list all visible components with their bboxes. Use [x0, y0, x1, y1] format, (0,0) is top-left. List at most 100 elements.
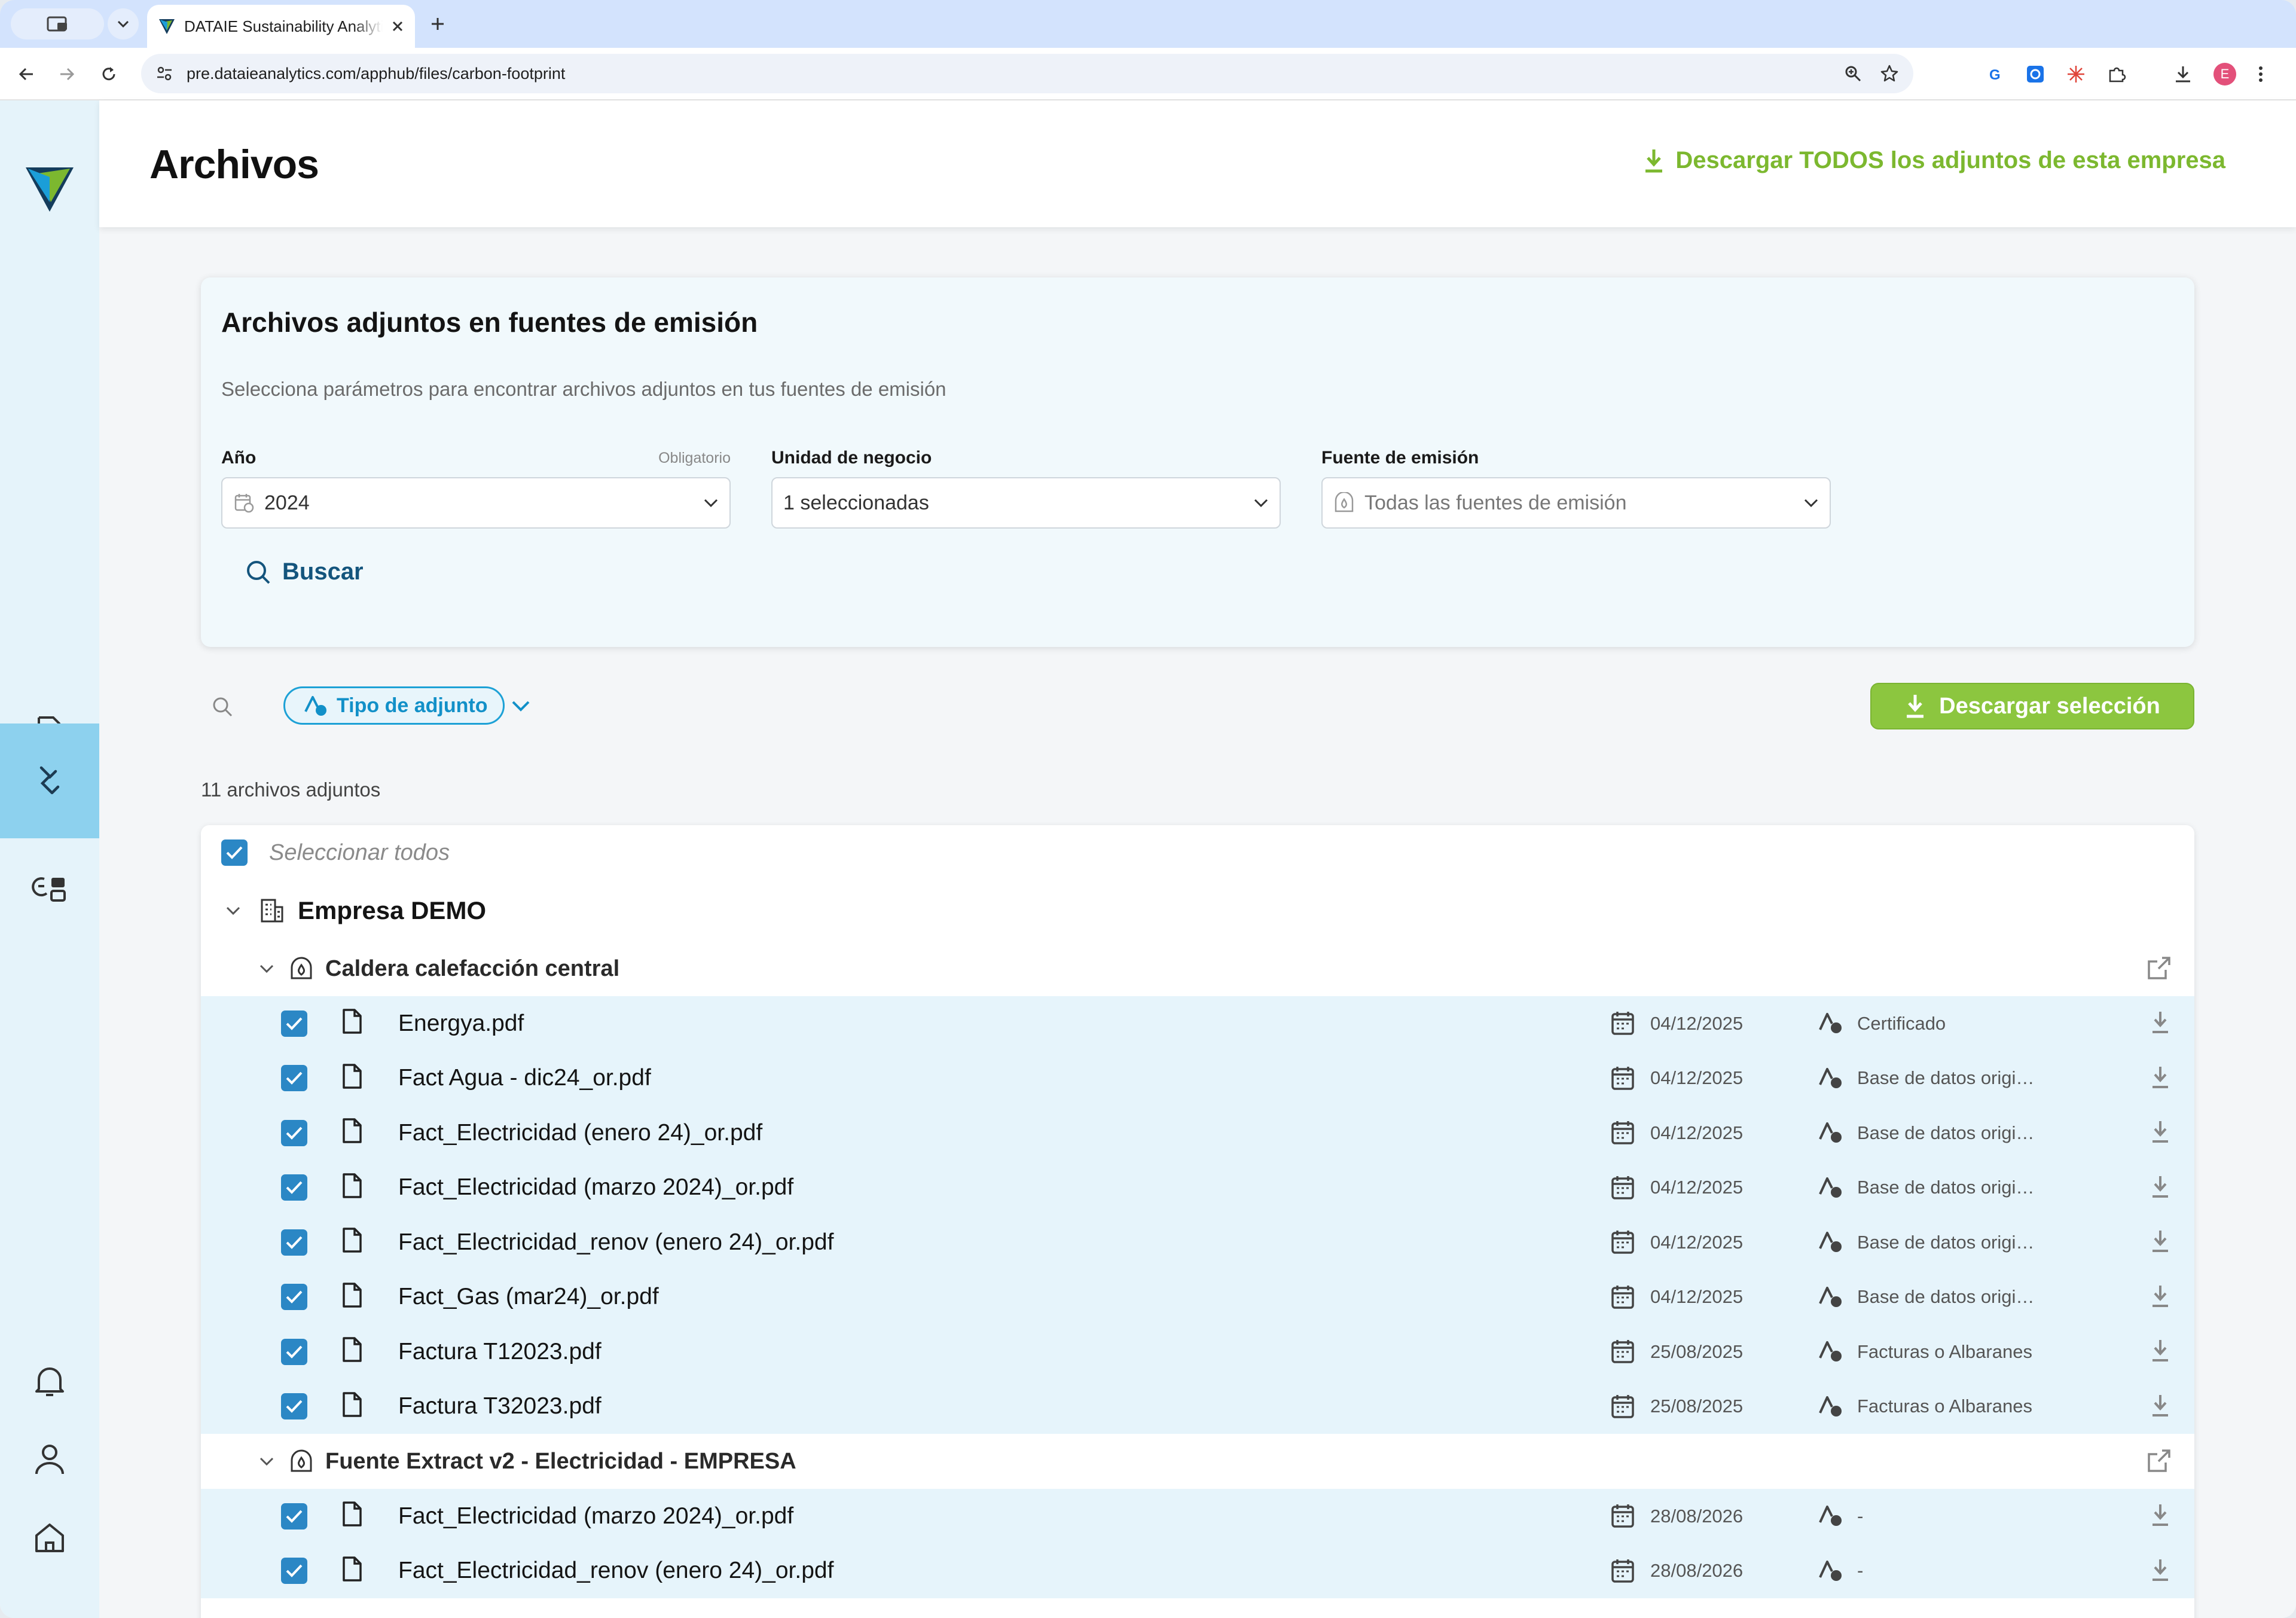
- sidebar-item-profile[interactable]: [0, 1430, 99, 1488]
- download-icon[interactable]: [2150, 1066, 2170, 1089]
- back-button[interactable]: [13, 61, 39, 87]
- business-unit-value: 1 seleccionadas: [783, 491, 929, 514]
- file-name[interactable]: Fact_Electricidad (marzo 2024)_or.pdf: [398, 1503, 793, 1530]
- site-settings-icon[interactable]: [155, 65, 173, 83]
- chevron-down-icon[interactable]: [511, 700, 531, 713]
- browser-tab-active[interactable]: DATAIE Sustainability Analytics: [147, 5, 415, 48]
- file-checkbox[interactable]: [281, 1229, 307, 1256]
- calendar-icon: [1611, 1066, 1635, 1091]
- file-date: 04/12/2025: [1650, 1067, 1744, 1089]
- arrow-right-icon: [60, 68, 75, 81]
- file-name[interactable]: Energya.pdf: [398, 1011, 524, 1037]
- file-row[interactable]: Fact_Electricidad_renov (enero 24)_or.pd…: [201, 1215, 2194, 1270]
- file-name[interactable]: Fact_Gas (mar24)_or.pdf: [398, 1284, 659, 1310]
- file-row[interactable]: Fact_Electricidad (marzo 2024)_or.pdf 04/…: [201, 1160, 2194, 1215]
- company-row[interactable]: Empresa DEMO: [201, 880, 2194, 941]
- tab-groups-button[interactable]: [11, 8, 104, 39]
- download-icon[interactable]: [2150, 1284, 2170, 1308]
- sidebar-logo[interactable]: [0, 147, 99, 231]
- file-icon: [342, 1063, 362, 1089]
- download-icon[interactable]: [2150, 1558, 2170, 1582]
- download-all-attachments-link[interactable]: Descargar TODOS los adjuntos de esta emp…: [1643, 147, 2225, 174]
- download-icon[interactable]: [2150, 1175, 2170, 1199]
- chevron-down-icon[interactable]: [255, 957, 279, 981]
- new-tab-button[interactable]: [426, 12, 450, 36]
- download-icon[interactable]: [2150, 1339, 2170, 1363]
- select-all-checkbox[interactable]: [221, 839, 248, 866]
- file-checkbox[interactable]: [281, 1503, 307, 1530]
- file-row[interactable]: Factura T12023.pdf 25/08/2025 Facturas o A…: [201, 1324, 2194, 1379]
- file-row[interactable]: Fact_Electricidad_renov (enero 24)_or.pd…: [201, 1543, 2194, 1598]
- file-checkbox[interactable]: [281, 1284, 307, 1311]
- grammar-extension-icon[interactable]: G: [1986, 65, 2004, 83]
- downloads-icon[interactable]: [2173, 64, 2193, 84]
- file-name[interactable]: Fact_Electricidad (marzo 2024)_or.pdf: [398, 1174, 793, 1201]
- emission-source-group-row[interactable]: Caldera calefacción central: [201, 941, 2194, 996]
- address-bar[interactable]: pre.dataieanalytics.com/apphub/files/car…: [141, 54, 1913, 93]
- attachment-type-icon: [304, 696, 326, 716]
- file-name[interactable]: Fact_Electricidad_renov (enero 24)_or.pd…: [398, 1229, 833, 1256]
- reload-button[interactable]: [96, 61, 122, 87]
- attachment-type-filter-chip[interactable]: Tipo de adjunto: [283, 686, 505, 725]
- puzzle-icon[interactable]: [2107, 65, 2126, 84]
- file-checkbox[interactable]: [281, 1174, 307, 1201]
- file-icon: [342, 1173, 362, 1199]
- emission-source-name: Caldera calefacción central: [325, 955, 620, 981]
- sparkle-extension-icon[interactable]: [2066, 65, 2086, 84]
- file-attachment-type: -: [1857, 1560, 1864, 1582]
- forward-button[interactable]: [54, 61, 80, 87]
- sidebar-item-notifications[interactable]: [0, 1353, 99, 1410]
- emission-source-select[interactable]: Todas las fuentes de emisión: [1321, 477, 1831, 529]
- file-checkbox[interactable]: [281, 1393, 307, 1420]
- file-row[interactable]: Fact_Gas (mar24)_or.pdf 04/12/2025 Base de…: [201, 1269, 2194, 1324]
- filter-card: Archivos adjuntos en fuentes de emisión …: [201, 277, 2194, 647]
- download-icon[interactable]: [2150, 1394, 2170, 1418]
- emission-source-placeholder: Todas las fuentes de emisión: [1364, 491, 1627, 514]
- bookmark-star-icon[interactable]: [1880, 64, 1899, 83]
- sidebar-item-dashboard[interactable]: [0, 861, 99, 918]
- company-collapse-toggle[interactable]: [221, 899, 245, 923]
- file-name[interactable]: Factura T12023.pdf: [398, 1339, 602, 1365]
- profile-avatar[interactable]: E: [2213, 63, 2236, 86]
- file-row[interactable]: Factura T32023.pdf 25/08/2025 Facturas o A…: [201, 1379, 2194, 1434]
- sidebar-item-home[interactable]: [0, 1509, 99, 1567]
- download-icon[interactable]: [2150, 1120, 2170, 1144]
- sidebar-item-carbon-footprint[interactable]: [0, 723, 99, 838]
- chevron-down-icon: [117, 20, 129, 28]
- search-icon[interactable]: [210, 695, 234, 719]
- file-name[interactable]: Fact_Electricidad (enero 24)_or.pdf: [398, 1120, 762, 1146]
- file-checkbox[interactable]: [281, 1558, 307, 1585]
- search-button[interactable]: Buscar: [245, 558, 364, 585]
- chevron-down-icon[interactable]: [255, 1449, 279, 1473]
- open-external-icon[interactable]: [2147, 955, 2172, 981]
- tab-search-button[interactable]: [108, 8, 139, 39]
- results-count: 11 archivos adjuntos: [201, 779, 381, 801]
- sidebar: [0, 100, 99, 1618]
- zoom-icon[interactable]: [1844, 65, 1862, 83]
- file-checkbox[interactable]: [281, 1338, 307, 1365]
- open-external-icon[interactable]: [2147, 1448, 2172, 1473]
- file-checkbox[interactable]: [281, 1119, 307, 1146]
- close-icon[interactable]: [391, 20, 404, 33]
- year-select[interactable]: 2024: [221, 477, 731, 529]
- file-row[interactable]: Fact Agua - dic24_or.pdf 04/12/2025 Base d…: [201, 1051, 2194, 1106]
- file-name[interactable]: Factura T32023.pdf: [398, 1393, 602, 1419]
- download-icon[interactable]: [2150, 1503, 2170, 1527]
- file-row[interactable]: Energya.pdf 04/12/2025 Certificado: [201, 996, 2194, 1051]
- gear-extension-icon[interactable]: [2026, 65, 2045, 84]
- emission-source-label: Fuente de emisión: [1321, 448, 1479, 468]
- select-all-row[interactable]: Seleccionar todos: [201, 825, 2194, 880]
- download-selection-button[interactable]: Descargar selección: [1870, 683, 2194, 729]
- download-icon[interactable]: [2150, 1011, 2170, 1034]
- file-checkbox[interactable]: [281, 1010, 307, 1037]
- file-date: 28/08/2026: [1650, 1505, 1744, 1527]
- business-unit-select[interactable]: 1 seleccionadas: [771, 477, 1281, 529]
- file-name[interactable]: Fact_Electricidad_renov (enero 24)_or.pd…: [398, 1558, 833, 1584]
- file-row[interactable]: Fact_Electricidad (enero 24)_or.pdf 04/12…: [201, 1106, 2194, 1161]
- file-name[interactable]: Fact Agua - dic24_or.pdf: [398, 1065, 651, 1091]
- emission-source-group-row[interactable]: Fuente Extract v2 - Electricidad - EMPRE…: [201, 1434, 2194, 1489]
- file-checkbox[interactable]: [281, 1065, 307, 1092]
- file-row[interactable]: Fact_Electricidad (marzo 2024)_or.pdf 28/…: [201, 1489, 2194, 1544]
- download-icon[interactable]: [2150, 1229, 2170, 1253]
- more-vert-icon[interactable]: [2257, 64, 2265, 84]
